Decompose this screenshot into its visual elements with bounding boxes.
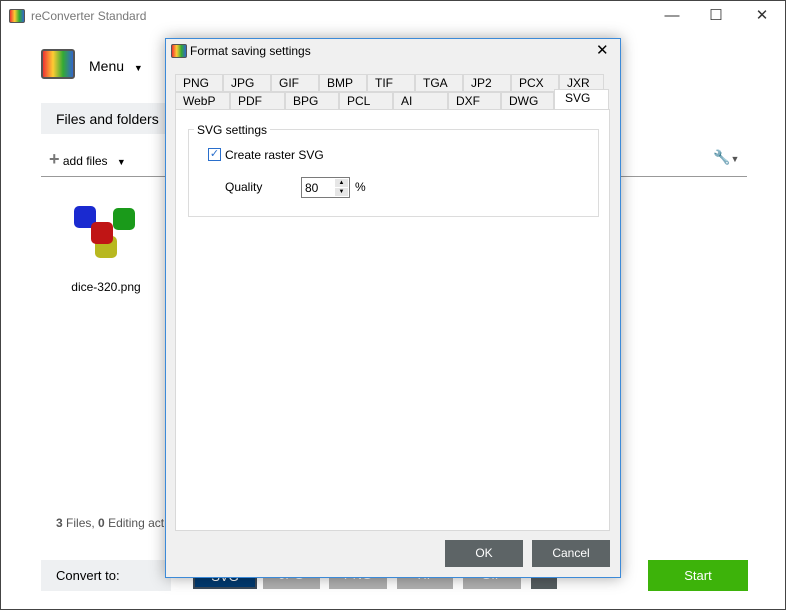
menu-label: Menu [89, 58, 125, 74]
chevron-down-icon: ▼ [116, 157, 126, 167]
tab-bmp[interactable]: BMP [319, 74, 367, 92]
tab-pdf[interactable]: PDF [230, 92, 285, 110]
stepper-down-icon[interactable]: ▼ [335, 188, 348, 196]
tab-gif[interactable]: GIF [271, 74, 319, 92]
tab-ai[interactable]: AI [393, 92, 448, 110]
ok-button[interactable]: OK [445, 540, 523, 567]
plus-icon: + [49, 149, 60, 169]
tab-jpg[interactable]: JPG [223, 74, 271, 92]
stepper-up-icon[interactable]: ▲ [335, 179, 348, 187]
chevron-down-icon: ▼ [133, 63, 143, 73]
add-files-label: add files [62, 154, 108, 168]
tabs-row-2: WebP PDF BPG PCL AI DXF DWG SVG [175, 89, 610, 111]
settings-wrench-button[interactable]: 🔧▼ [713, 149, 739, 166]
tab-label: Files and folders [56, 111, 159, 127]
convert-to-label-box: Convert to: [41, 560, 171, 591]
tab-panel-svg: SVG settings ✓ Create raster SVG Quality… [175, 109, 610, 531]
close-button[interactable]: ✕ [747, 5, 777, 27]
wrench-icon: 🔧 [713, 149, 731, 165]
maximize-button[interactable]: ☐ [701, 5, 731, 27]
tab-svg[interactable]: SVG [554, 89, 609, 111]
dice-thumbnail-icon [113, 208, 135, 230]
tab-tga[interactable]: TGA [415, 74, 463, 92]
create-raster-svg-checkbox[interactable]: ✓ [208, 148, 221, 161]
tab-jp2[interactable]: JP2 [463, 74, 511, 92]
menu-button[interactable]: Menu ▼ [89, 58, 143, 74]
quality-unit: % [355, 180, 366, 194]
dialog-close-button[interactable]: ✕ [596, 41, 609, 59]
minimize-button[interactable]: — [657, 5, 687, 27]
file-name: dice-320.png [71, 280, 141, 294]
cancel-button[interactable]: Cancel [532, 540, 610, 567]
dialog-icon [171, 44, 187, 58]
tab-pcx[interactable]: PCX [511, 74, 559, 92]
add-files-button[interactable]: + add files ▼ [49, 149, 126, 170]
tabs-row-1: PNG JPG GIF BMP TIF TGA JP2 PCX JXR [175, 74, 610, 92]
tab-dwg[interactable]: DWG [501, 92, 554, 110]
start-button[interactable]: Start [648, 560, 748, 591]
tab-png[interactable]: PNG [175, 74, 223, 92]
status-text: 3 Files, 0 Editing act [56, 516, 165, 530]
format-saving-settings-dialog: Format saving settings ✕ PNG JPG GIF BMP TIF… [165, 38, 621, 578]
group-title: SVG settings [194, 123, 271, 137]
app-icon [9, 9, 25, 23]
quality-stepper[interactable]: 80 ▲ ▼ [301, 177, 350, 198]
file-item[interactable]: dice-320.png [61, 196, 151, 296]
svg-settings-group [188, 129, 599, 217]
dice-thumbnail-icon [91, 222, 113, 244]
quality-value: 80 [305, 181, 319, 195]
convert-to-label: Convert to: [56, 568, 120, 583]
tab-pcl[interactable]: PCL [339, 92, 393, 110]
checkbox-label: Create raster SVG [225, 148, 324, 162]
printer-logo-icon [41, 49, 75, 79]
tab-bpg[interactable]: BPG [285, 92, 339, 110]
tab-webp[interactable]: WebP [175, 92, 230, 110]
window-title: reConverter Standard [31, 9, 147, 23]
dialog-title: Format saving settings [190, 44, 311, 58]
tab-dxf[interactable]: DXF [448, 92, 501, 110]
tab-tif[interactable]: TIF [367, 74, 415, 92]
quality-label: Quality [225, 180, 263, 194]
